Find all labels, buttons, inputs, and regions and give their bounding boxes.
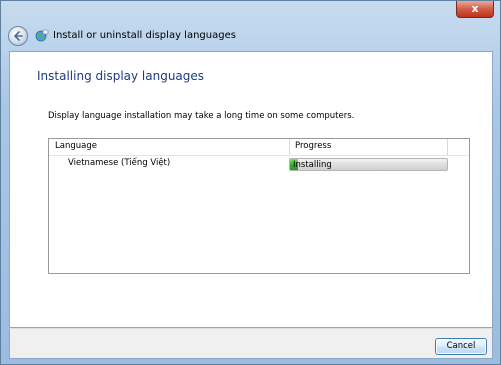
content-area: Installing display languages Display lan… <box>9 51 493 328</box>
language-name: Vietnamese (Tiếng Việt) <box>68 158 171 168</box>
page-title: Installing display languages <box>37 69 205 83</box>
table-row[interactable]: Vietnamese (Tiếng Việt) Installing <box>49 156 469 172</box>
list-header: Language Progress <box>49 139 469 156</box>
column-divider[interactable] <box>447 139 448 155</box>
language-globe-icon <box>35 29 49 42</box>
close-button[interactable]: x <box>456 1 494 18</box>
cancel-button[interactable]: Cancel <box>435 338 487 355</box>
column-header-progress[interactable]: Progress <box>295 141 331 151</box>
progress-bar: Installing <box>289 158 448 171</box>
language-list: Language Progress Vietnamese (Tiếng Việt… <box>48 138 470 274</box>
close-icon: x <box>471 2 479 15</box>
back-button[interactable] <box>8 26 28 46</box>
progress-status: Installing <box>293 160 332 170</box>
window-title: Install or uninstall display languages <box>53 30 236 41</box>
column-divider[interactable] <box>289 139 290 155</box>
column-header-language[interactable]: Language <box>55 141 97 151</box>
back-arrow-icon <box>14 31 23 41</box>
title-bar: Install or uninstall display languages <box>1 25 501 51</box>
page-description: Display language installation may take a… <box>48 111 355 121</box>
dialog-window: x Install or uninstall display languages… <box>0 0 501 365</box>
footer-bar: Cancel <box>9 328 493 359</box>
